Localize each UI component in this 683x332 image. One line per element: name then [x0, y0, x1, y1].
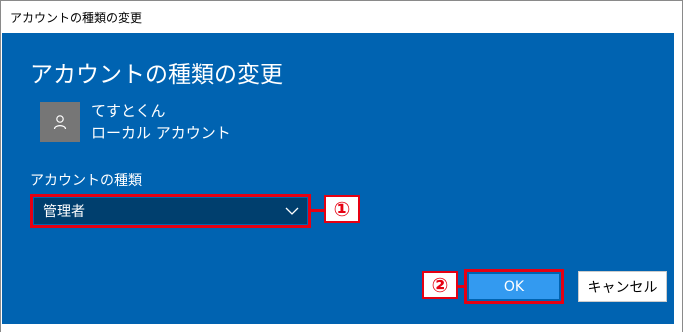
window-edge-right: [674, 33, 682, 324]
account-type-select[interactable]: 管理者: [34, 198, 307, 224]
window-titlebar: アカウントの種類の変更: [1, 1, 682, 33]
account-type-label: アカウントの種類: [30, 173, 142, 189]
account-type-selected: 管理者: [43, 204, 85, 220]
ok-button[interactable]: OK: [469, 274, 559, 299]
dialog-panel: アカウントの種類の変更 てすとくん ローカル アカウント アカウントの種類 管理…: [2, 33, 674, 324]
annotation-badge-1: ①: [324, 195, 360, 223]
window-title: アカウントの種類の変更: [10, 10, 143, 25]
annotation-badge-2: ②: [422, 271, 458, 299]
user-icon: [53, 115, 67, 130]
avatar: [40, 102, 80, 142]
user-account-type: ローカル アカウント: [91, 124, 231, 142]
chevron-down-icon: [285, 207, 299, 215]
cancel-button[interactable]: キャンセル: [578, 271, 667, 302]
page-title: アカウントの種類の変更: [30, 62, 283, 88]
user-name: てすとくん: [91, 102, 166, 120]
change-account-type-window: アカウントの種類の変更 アカウントの種類の変更 てすとくん ローカル アカウント…: [0, 0, 683, 332]
window-edge-bottom: [1, 324, 682, 332]
annotation-connector-1: [311, 209, 324, 212]
